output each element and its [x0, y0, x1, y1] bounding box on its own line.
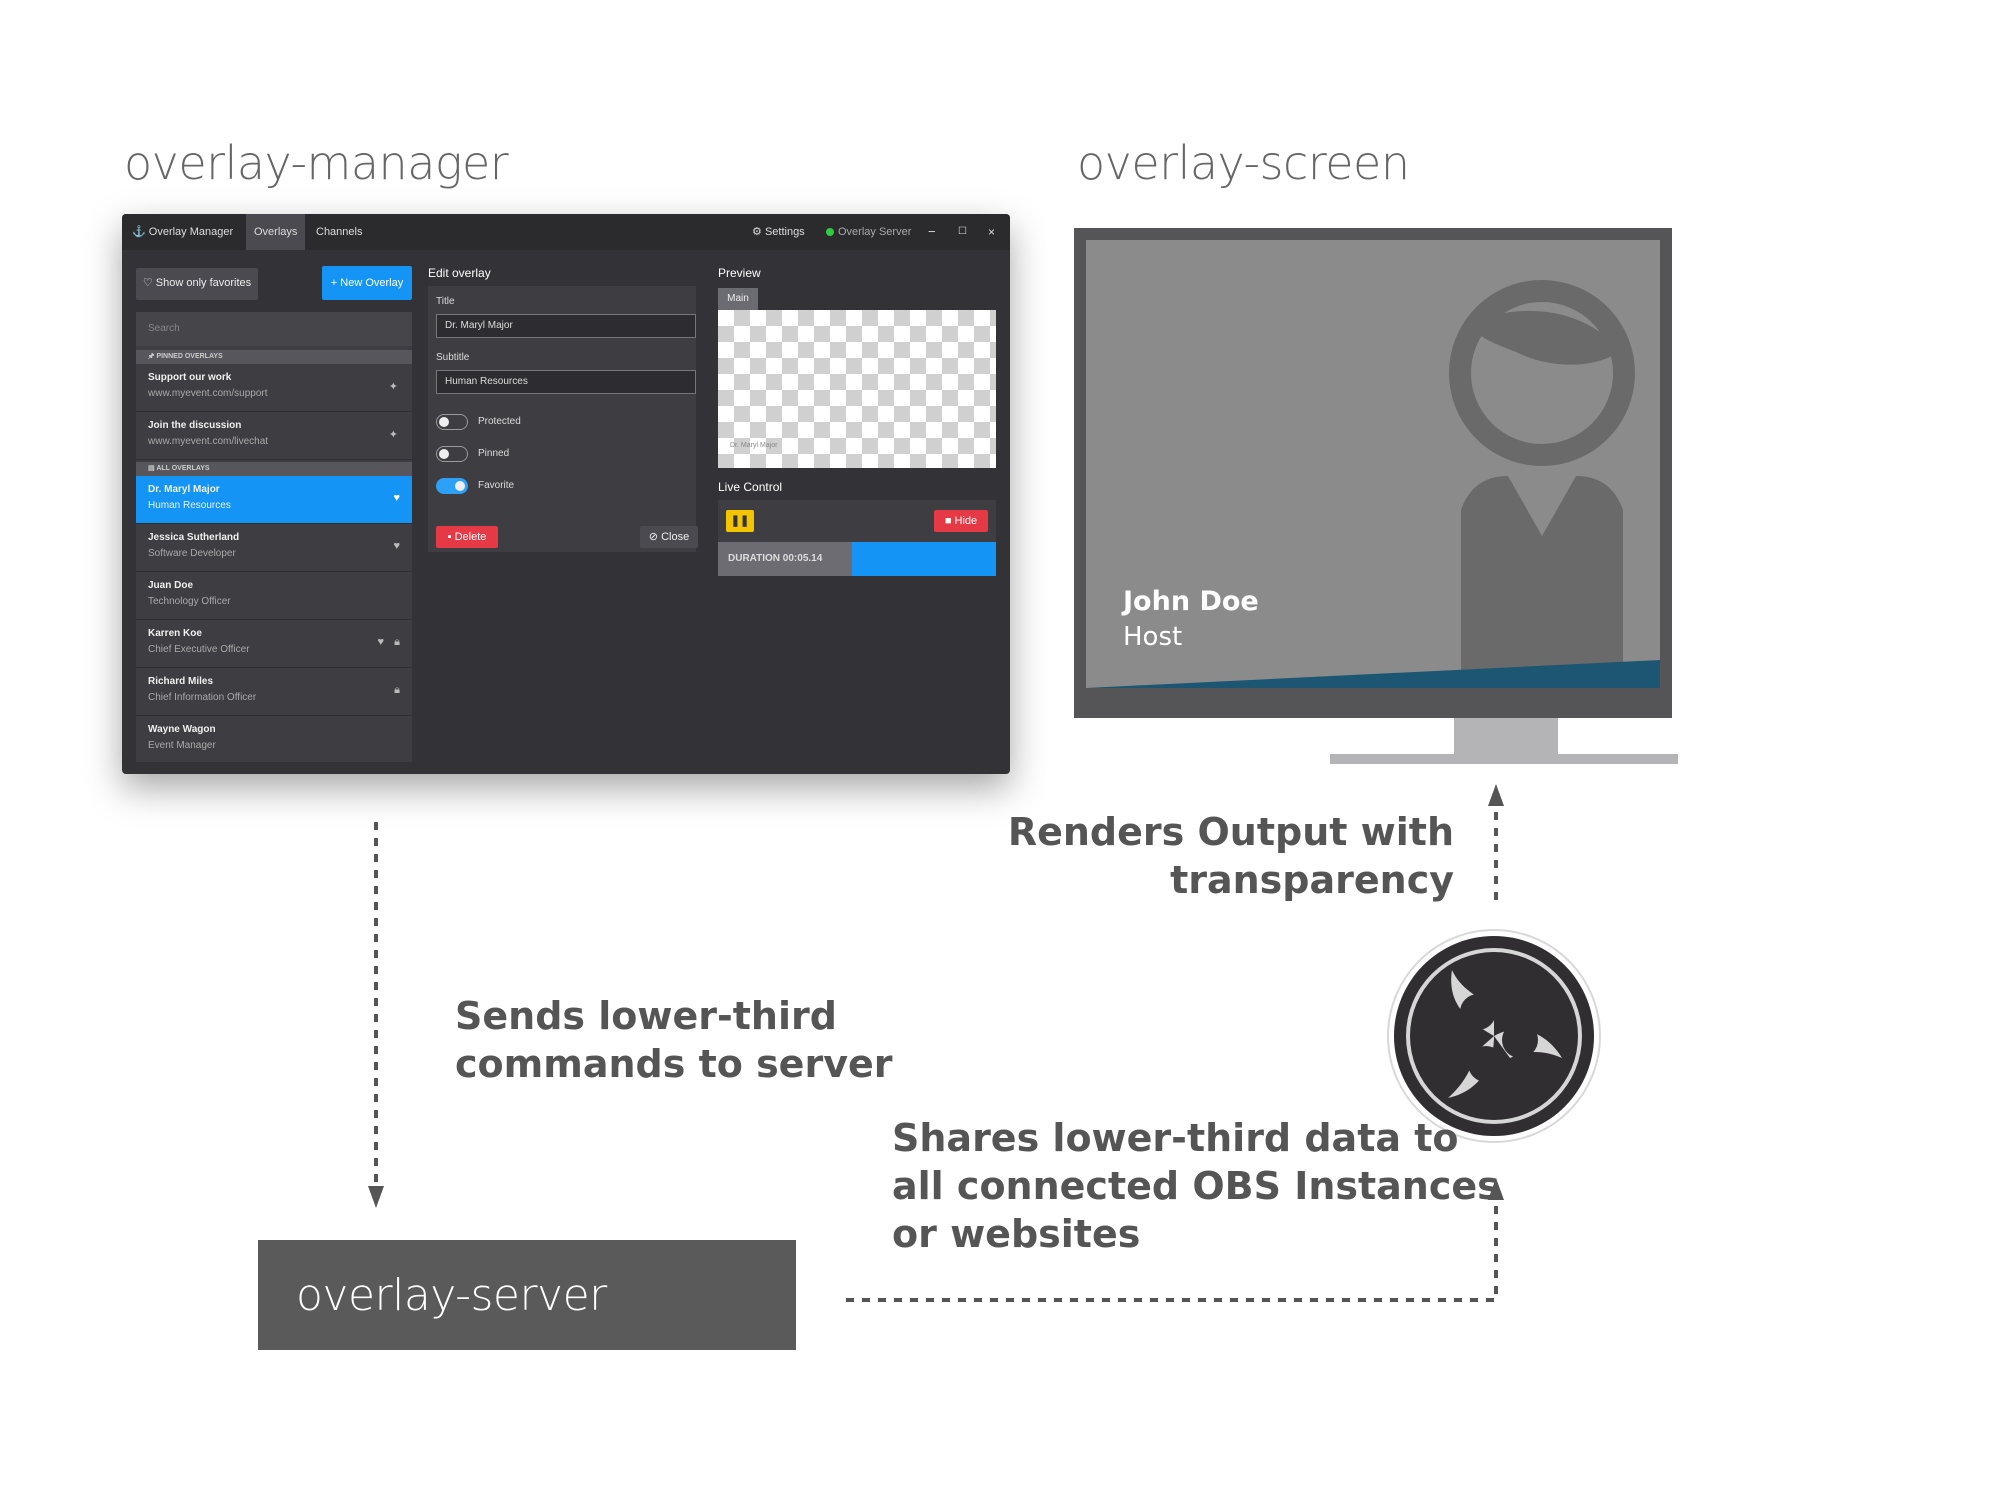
renders-arrow-head — [1488, 784, 1504, 806]
shares-arrow-head — [1488, 1178, 1504, 1200]
sends-arrow-head — [368, 1186, 384, 1208]
shares-arrow-line — [846, 1202, 1498, 1302]
flow-arrows — [368, 784, 1504, 1302]
